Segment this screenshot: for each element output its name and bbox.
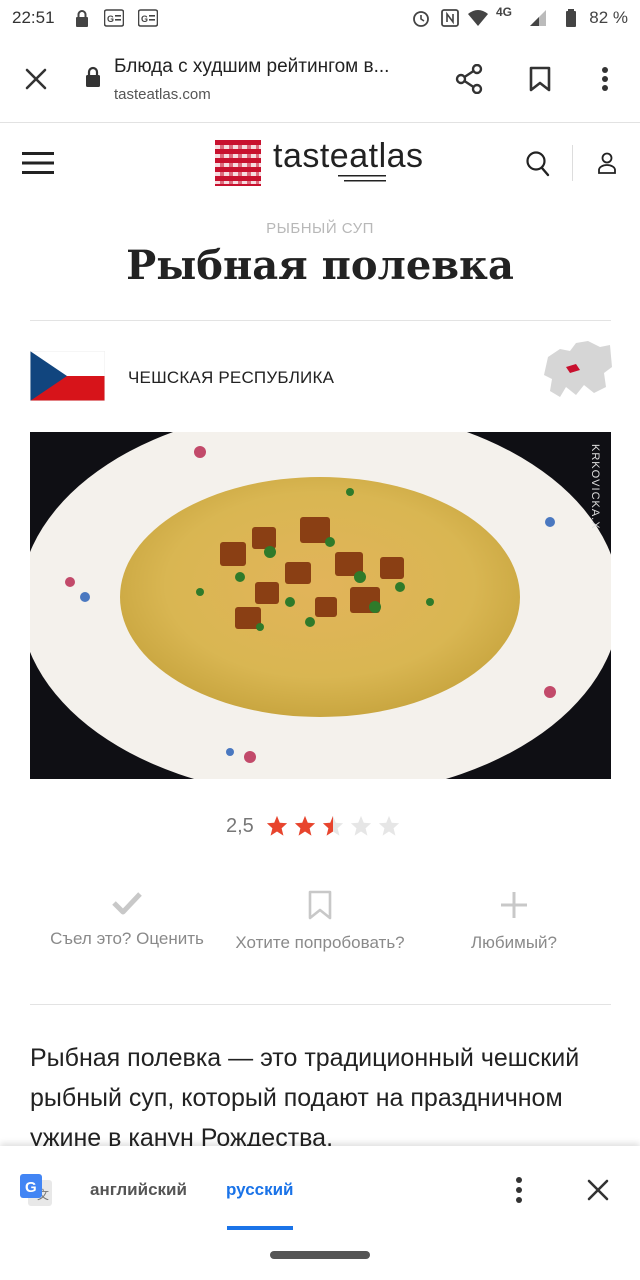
divider (30, 1004, 611, 1005)
divider (30, 320, 611, 321)
more-menu-icon[interactable] (600, 66, 610, 92)
plus-icon (501, 892, 527, 918)
want-to-try-label: Хотите попробовать? (235, 933, 405, 952)
star-icon[interactable] (322, 815, 344, 837)
logo-underline (338, 175, 386, 182)
active-tab-indicator (227, 1226, 293, 1230)
translate-status-icon: G (104, 9, 124, 27)
page-url[interactable]: tasteatlas.com (114, 86, 211, 103)
lock-status-icon (76, 10, 88, 27)
secure-lock-icon (86, 66, 100, 87)
close-tab-icon[interactable] (25, 68, 47, 90)
header-separator (572, 145, 573, 181)
close-translate-icon[interactable] (587, 1179, 609, 1201)
share-icon[interactable] (455, 64, 483, 94)
signal-icon (530, 10, 546, 26)
translate-status-icon-2: G (138, 9, 158, 27)
country-name[interactable]: ЧЕШСКАЯ РЕСПУБЛИКА (128, 368, 334, 388)
tasteatlas-logo-icon[interactable] (215, 140, 261, 186)
soup-image (30, 432, 611, 779)
svg-text:G: G (107, 14, 114, 24)
dish-photo: KRKOVICKA.X (30, 432, 611, 779)
favorite-label: Любимый? (471, 933, 557, 952)
photo-credit: KRKOVICKA.X (589, 444, 601, 530)
bookmark-icon[interactable] (529, 66, 551, 92)
hamburger-menu-icon[interactable] (22, 151, 54, 175)
dish-description: Рыбная полевка — это традиционный чешски… (30, 1044, 580, 1152)
ate-it-action[interactable]: Съел это? Оценить (27, 890, 227, 949)
alarm-icon (413, 11, 429, 27)
user-account-icon[interactable] (597, 152, 617, 174)
star-icon[interactable] (266, 815, 288, 837)
checkmark-icon (112, 892, 142, 915)
nfc-icon (441, 9, 459, 27)
page-title[interactable]: Блюда с худшим рейтингом в... (114, 56, 424, 78)
home-gesture-handle[interactable] (270, 1251, 370, 1259)
svg-text:G: G (25, 1179, 37, 1196)
status-bar: 22:51 G G 4G 82 % (0, 0, 640, 36)
source-language-tab[interactable]: английский (90, 1180, 187, 1200)
czech-flag-icon[interactable] (30, 351, 105, 401)
ate-it-label: Съел это? Оценить (50, 929, 204, 948)
network-type: 4G (496, 5, 513, 19)
rating-value: 2,5 (226, 815, 254, 837)
logo-text[interactable]: tasteatlas (273, 137, 424, 176)
battery-level: 82 % (589, 8, 628, 27)
star-icon[interactable] (294, 815, 316, 837)
status-time: 22:51 (12, 8, 55, 27)
rating-stars[interactable] (266, 815, 406, 839)
battery-icon (566, 9, 576, 27)
google-translate-icon[interactable]: 文 G (18, 1172, 54, 1208)
star-icon[interactable] (378, 815, 400, 837)
star-icon[interactable] (350, 815, 372, 837)
target-language-tab[interactable]: русский (226, 1180, 294, 1200)
wifi-icon (468, 10, 488, 26)
svg-text:G: G (141, 14, 148, 24)
want-to-try-action[interactable]: Хотите попробовать? (220, 890, 420, 953)
bookmark-outline-icon (308, 890, 332, 920)
browser-toolbar: Блюда с худшим рейтингом в... tasteatlas… (0, 36, 640, 123)
dish-title: Рыбная полевка (126, 242, 514, 289)
dish-category[interactable]: РЫБНЫЙ СУП (0, 220, 640, 237)
search-icon[interactable] (526, 151, 550, 177)
translate-options-icon[interactable] (514, 1176, 524, 1204)
favorite-action[interactable]: Любимый? (414, 890, 614, 953)
europe-map-icon[interactable] (540, 337, 612, 403)
